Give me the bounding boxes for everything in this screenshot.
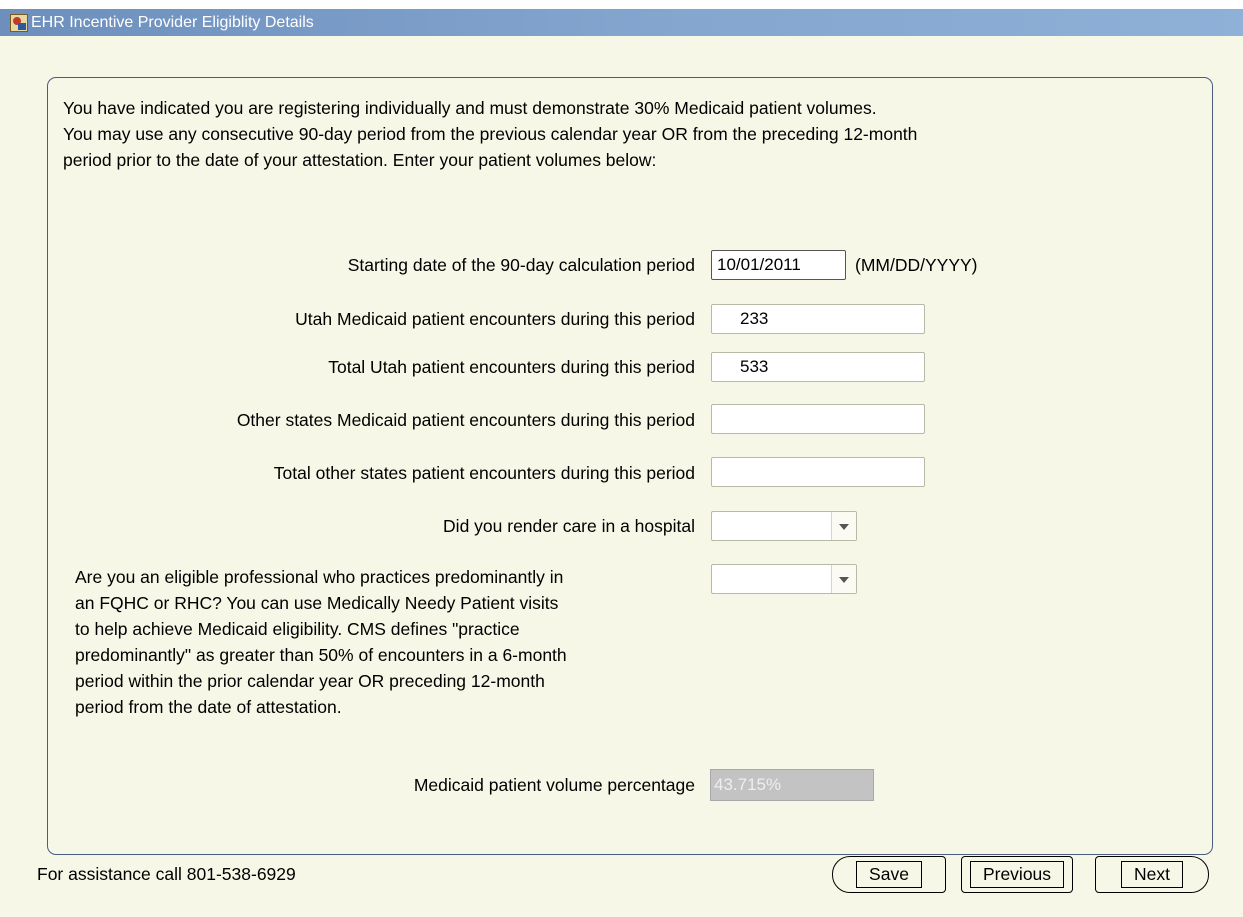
fqhc-line-1: Are you an eligible professional who pra… xyxy=(75,567,564,587)
utah-medicaid-label: Utah Medicaid patient encounters during … xyxy=(295,309,695,329)
hospital-label: Did you render care in a hospital xyxy=(443,516,695,536)
percentage-label: Medicaid patient volume percentage xyxy=(413,775,695,795)
previous-button-label: Previous xyxy=(969,861,1065,888)
fqhc-line-2: an FQHC or RHC? You can use Medically Ne… xyxy=(75,593,559,613)
total-utah-label: Total Utah patient encounters during thi… xyxy=(328,357,695,377)
window-title: EHR Incentive Provider Eligiblity Detail… xyxy=(31,13,314,31)
previous-button[interactable]: Previous xyxy=(961,856,1073,893)
app-icon xyxy=(10,13,28,32)
fqhc-line-3: to help achieve Medicaid eligibility. CM… xyxy=(75,619,520,639)
fqhc-line-4: predominantly" as greater than 50% of en… xyxy=(75,645,567,665)
fqhc-question: Are you an eligible professional who pra… xyxy=(75,564,695,720)
intro-line-3: period prior to the date of your attesta… xyxy=(63,150,657,170)
fqhc-line-5: period within the prior calendar year OR… xyxy=(75,671,545,691)
total-other-field[interactable] xyxy=(711,457,925,487)
total-other-label: Total other states patient encounters du… xyxy=(273,463,695,483)
chevron-down-icon[interactable] xyxy=(831,512,856,540)
total-utah-field[interactable]: 533 xyxy=(711,352,925,382)
fqhc-line-6: period from the date of attestation. xyxy=(75,697,342,717)
window-title-bar: EHR Incentive Provider Eligiblity Detail… xyxy=(0,0,1243,36)
intro-line-2: You may use any consecutive 90-day perio… xyxy=(63,124,918,144)
assistance-text: For assistance call 801-538-6929 xyxy=(37,864,296,884)
start-date-field[interactable]: 10/01/2011 xyxy=(711,250,846,280)
utah-medicaid-field[interactable]: 233 xyxy=(711,304,925,334)
save-button-label: Save xyxy=(856,861,922,888)
start-date-label: Starting date of the 90-day calculation … xyxy=(347,255,695,275)
percentage-field: 43.715% xyxy=(710,769,874,801)
next-button-label: Next xyxy=(1121,861,1183,888)
intro-text: You have indicated you are registering i… xyxy=(63,95,1183,173)
chevron-down-icon[interactable] xyxy=(831,565,856,593)
next-button[interactable]: Next xyxy=(1095,856,1209,893)
hospital-select[interactable] xyxy=(711,511,857,541)
date-format-hint: (MM/DD/YYYY) xyxy=(855,255,978,275)
other-medicaid-field[interactable] xyxy=(711,404,925,434)
other-medicaid-label: Other states Medicaid patient encounters… xyxy=(236,410,695,430)
intro-line-1: You have indicated you are registering i… xyxy=(63,98,877,118)
save-button[interactable]: Save xyxy=(832,856,946,893)
fqhc-select[interactable] xyxy=(711,564,857,594)
